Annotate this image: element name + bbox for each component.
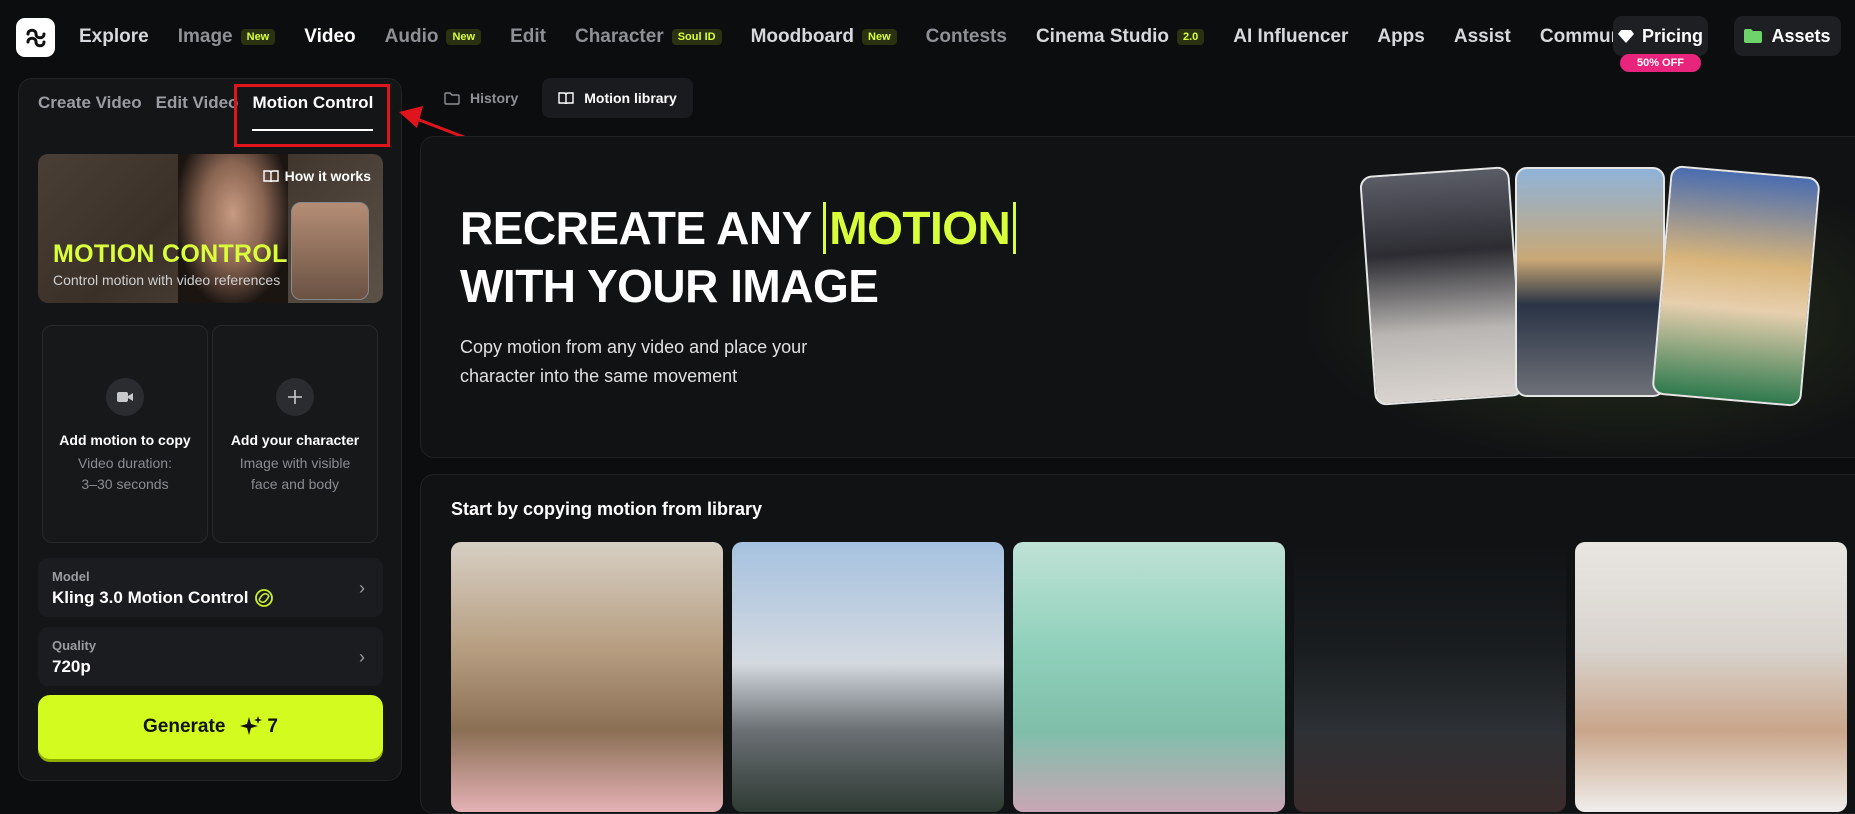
nav-edit[interactable]: Edit [510, 26, 546, 48]
banner-headline: RECREATE ANY MOTION WITH YOUR IMAGE [460, 199, 1017, 315]
nav-ai-influencer[interactable]: AI Influencer [1233, 26, 1348, 48]
library-video-thumbnail[interactable] [1013, 542, 1285, 812]
diamond-icon [1617, 30, 1634, 43]
library-subtabs: History Motion library [428, 78, 693, 118]
pricing-button[interactable]: Pricing [1613, 16, 1708, 56]
library-video-thumbnail[interactable] [1575, 542, 1847, 812]
assets-label: Assets [1771, 25, 1831, 46]
nav-label: Contests [925, 26, 1007, 47]
chevron-right-icon: › [359, 578, 365, 598]
library-video-thumbnail[interactable] [732, 542, 1004, 812]
sparkle-icon [240, 716, 263, 735]
hero-title: MOTION CONTROL [53, 240, 288, 268]
how-it-works-label: How it works [284, 168, 371, 184]
motion-control-hero-card: How it works MOTION CONTROL Control moti… [38, 154, 383, 303]
add-character-hint: Image with visible face and body [239, 455, 351, 492]
preview-card-basketball-player [1515, 167, 1665, 397]
tab-history[interactable]: History [428, 78, 534, 118]
nav-label: Assist [1453, 26, 1511, 47]
preview-card-woman-dark-hair [1359, 166, 1525, 406]
top-navigation-bar: Explore Image New Video Audio New Edit Cha… [0, 0, 1855, 74]
add-character-upload[interactable]: Add your character Image with visible fac… [212, 325, 378, 543]
library-title: Start by copying motion from library [451, 499, 763, 519]
nav-label: Video [304, 26, 356, 47]
new-badge: New [862, 29, 897, 45]
preview-card-woman-fur-hat [1651, 164, 1821, 408]
hero-subtitle: Control motion with video references [53, 272, 281, 288]
soul-id-badge: Soul ID [671, 29, 722, 45]
book-icon [262, 169, 279, 182]
nav-label: Audio [384, 26, 439, 47]
library-video-thumbnail[interactable] [451, 542, 723, 812]
pricing-label: Pricing [1641, 25, 1703, 46]
nav-image[interactable]: Image New [178, 26, 276, 48]
new-badge: New [240, 29, 276, 45]
tab-create-video[interactable]: Create Video [38, 93, 142, 131]
annotation-highlight-box [234, 84, 390, 147]
nav-character[interactable]: Character Soul ID [575, 26, 722, 48]
video-sidebar-panel: Create Video Edit Video Motion Control H… [18, 78, 402, 781]
plus-icon [276, 378, 314, 416]
model-value: Kling 3.0 Motion Control [52, 588, 274, 608]
assets-button[interactable]: Assets [1734, 16, 1841, 56]
nav-label: Edit [510, 26, 546, 47]
model-selector[interactable]: Model Kling 3.0 Motion Control › [38, 558, 383, 617]
quality-label: Quality [52, 638, 97, 653]
add-motion-title: Add motion to copy [59, 432, 191, 448]
video-camera-icon [106, 378, 144, 416]
nav-label: Cinema Studio [1035, 26, 1169, 47]
generate-button[interactable]: Generate 7 [38, 695, 383, 759]
model-label: Model [52, 569, 90, 584]
version-badge: 2.0 [1176, 29, 1205, 45]
generate-label: Generate [143, 716, 226, 737]
nav-label: Moodboard [750, 26, 855, 47]
motion-library-label: Motion library [584, 90, 677, 106]
quality-value: 720p [52, 657, 91, 676]
banner-description: Copy motion from any video and place you… [460, 337, 808, 386]
headline-highlight: MOTION [823, 202, 1017, 254]
generate-cost: 7 [267, 716, 278, 737]
folder-icon [1744, 29, 1763, 43]
hero-reference-thumbnail [291, 202, 369, 300]
logo-icon [26, 28, 45, 47]
nav-label: Image [177, 26, 233, 47]
how-it-works-link[interactable]: How it works [262, 168, 371, 184]
sale-badge: 50% OFF [1620, 54, 1701, 72]
nav-moodboard[interactable]: Moodboard New [751, 26, 897, 48]
add-motion-hint: Video duration: 3–30 seconds [78, 455, 172, 492]
new-badge: New [446, 29, 482, 45]
folder-icon [444, 91, 460, 105]
nav-video[interactable]: Video [304, 26, 355, 48]
nav-label: Apps [1377, 26, 1425, 47]
add-motion-upload[interactable]: Add motion to copy Video duration: 3–30 s… [42, 325, 208, 543]
tab-motion-library[interactable]: Motion library [542, 78, 693, 118]
add-character-title: Add your character [230, 432, 360, 448]
library-video-thumbnail[interactable] [1294, 542, 1566, 812]
tab-edit-video[interactable]: Edit Video [156, 93, 239, 131]
chevron-right-icon: › [359, 647, 365, 667]
nav-audio[interactable]: Audio New [384, 26, 482, 48]
nav-explore[interactable]: Explore [79, 26, 149, 48]
nav-contests[interactable]: Contests [926, 26, 1007, 48]
nav-label: Explore [79, 26, 149, 47]
nav-cinema-studio[interactable]: Cinema Studio 2.0 [1035, 26, 1205, 48]
nav-label: AI Influencer [1233, 26, 1349, 47]
app-logo[interactable] [16, 18, 55, 57]
nav-assist[interactable]: Assist [1454, 26, 1511, 48]
quality-selector[interactable]: Quality 720p › [38, 627, 383, 686]
book-icon [558, 91, 574, 104]
nav-label: Character [574, 26, 664, 47]
kling-logo-icon [255, 589, 274, 607]
motion-control-banner: RECREATE ANY MOTION WITH YOUR IMAGE Copy… [420, 136, 1855, 458]
nav-apps[interactable]: Apps [1377, 26, 1425, 48]
motion-library-section: Start by copying motion from library [420, 474, 1855, 814]
history-label: History [470, 90, 519, 106]
main-nav: Explore Image New Video Audio New Edit Cha… [79, 0, 1673, 74]
